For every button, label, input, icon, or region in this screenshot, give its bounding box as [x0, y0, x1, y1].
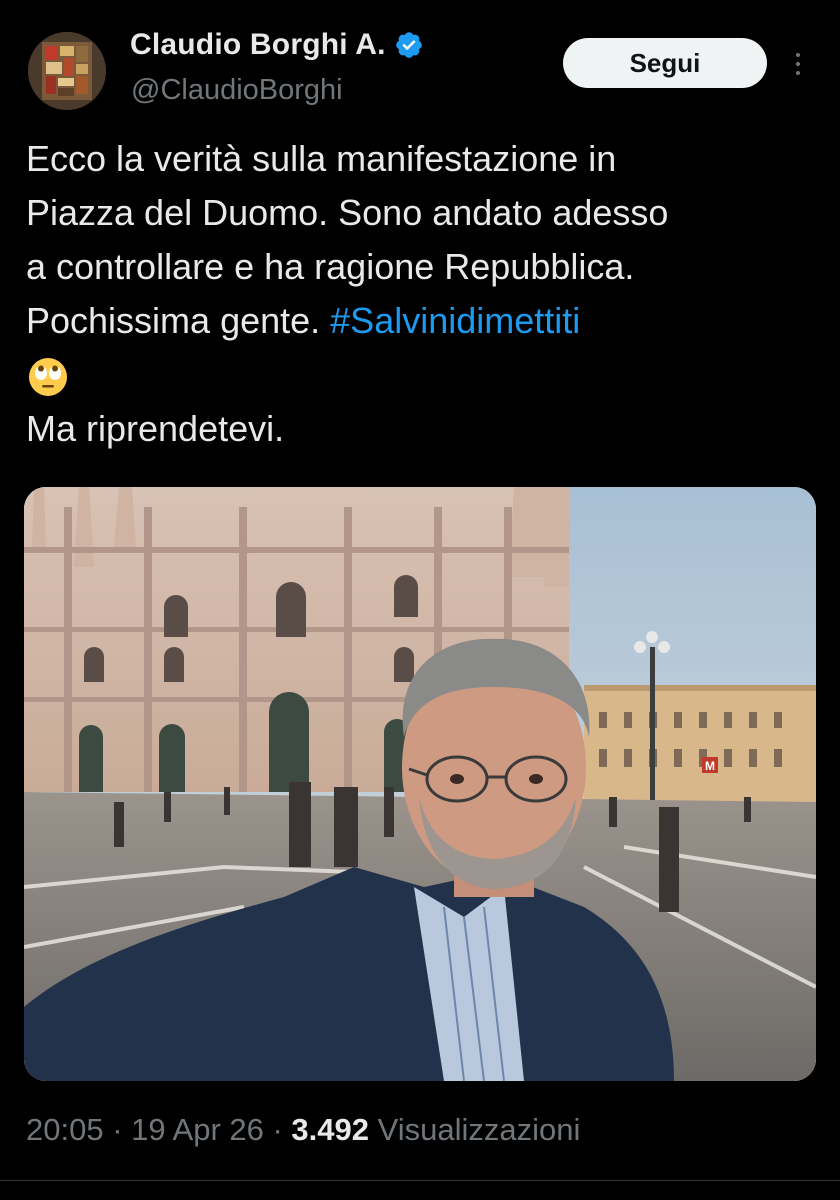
- tweet-photo[interactable]: M: [24, 487, 816, 1081]
- meta-separator: ·: [103, 1112, 132, 1147]
- metro-sign: M: [705, 759, 715, 773]
- hashtag-link[interactable]: #Salvinidimettiti: [330, 300, 580, 341]
- follow-button[interactable]: Segui: [563, 38, 767, 88]
- tweet-last-line: Ma riprendetevi.: [26, 408, 285, 449]
- more-vertical-icon[interactable]: [786, 44, 810, 84]
- tweet-emoji-line: [26, 348, 816, 402]
- tweet-text: Ecco la verità sulla manifestazione in P…: [26, 132, 816, 456]
- tweet-line-2: Piazza del Duomo. Sono andato adesso: [26, 192, 669, 233]
- divider: [0, 1180, 840, 1181]
- rolling-eyes-emoji-icon: [26, 355, 70, 399]
- verified-badge-icon: [394, 30, 424, 60]
- author-display-name[interactable]: Claudio Borghi A.: [130, 28, 386, 62]
- tweet-line-4: Pochissima gente. #Salvinidimettiti: [26, 294, 816, 348]
- tweet-time[interactable]: 20:05: [26, 1112, 104, 1147]
- views-label: Visualizzazioni: [369, 1112, 581, 1147]
- meta-separator: ·: [263, 1112, 292, 1147]
- views-count: 3.492: [291, 1112, 369, 1147]
- author-handle[interactable]: @ClaudioBorghi: [131, 74, 343, 107]
- tweet-line-3: a controllare e ha ragione Repubblica.: [26, 246, 635, 287]
- tweet-meta: 20:05 · 19 Apr 26 · 3.492 Visualizzazion…: [26, 1112, 580, 1148]
- author-avatar[interactable]: [28, 32, 106, 110]
- tweet-line-4-text: Pochissima gente.: [26, 300, 331, 341]
- tweet-line-1: Ecco la verità sulla manifestazione in: [26, 138, 617, 179]
- tweet-date[interactable]: 19 Apr 26: [131, 1112, 264, 1147]
